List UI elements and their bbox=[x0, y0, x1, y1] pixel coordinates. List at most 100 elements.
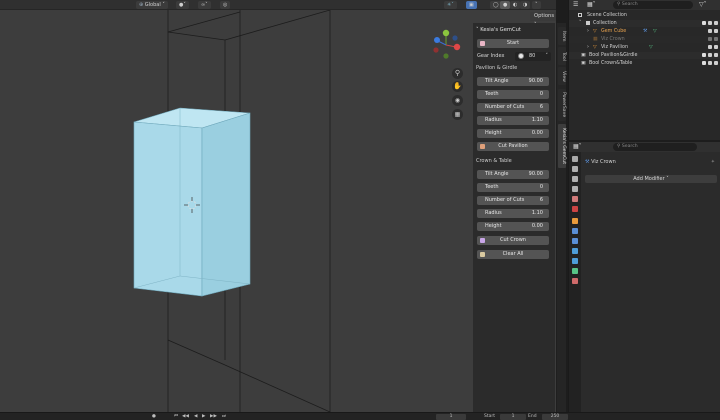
tab-powersave[interactable]: PowerSave bbox=[558, 89, 566, 121]
pavilion-height-field[interactable]: Height 0.00 bbox=[477, 129, 549, 138]
data-tab-icon[interactable] bbox=[572, 268, 578, 274]
chevron-down-icon: ˅ bbox=[162, 2, 165, 8]
properties-editor-icon[interactable]: ▦˅ bbox=[573, 143, 582, 150]
mesh-object-icon: ▽ bbox=[593, 45, 597, 50]
outliner-row-collection[interactable]: ˅ Collection bbox=[569, 20, 720, 27]
pavilion-radius-field[interactable]: Radius 1.10 bbox=[477, 116, 549, 125]
next-keyframe-icon[interactable]: ▶▶ bbox=[210, 414, 217, 420]
mesh-object-icon: ▣ bbox=[581, 61, 586, 66]
chevron-down-icon: ˅ bbox=[579, 21, 582, 26]
modifier-wrench-icon: ⚒ bbox=[643, 29, 648, 34]
outliner-row-bool-crown-table[interactable]: ▣ Bool Crown&Table bbox=[569, 60, 720, 67]
jump-start-icon[interactable]: ⏮ bbox=[174, 414, 178, 420]
tab-kesias-gemcut[interactable]: Kesia's GemCut bbox=[558, 124, 566, 168]
mesh-object-icon: ▣ bbox=[581, 53, 586, 58]
view-layer-tab-icon[interactable] bbox=[572, 186, 578, 192]
start-frame-field[interactable]: 1 bbox=[500, 414, 526, 420]
chevron-right-icon: › bbox=[587, 29, 589, 34]
object-tab-icon[interactable] bbox=[572, 218, 578, 224]
section-crown-table: Crown & Table bbox=[476, 158, 512, 164]
gear-index-row: Gear Index 80 ˅ bbox=[477, 52, 551, 61]
scene-tab-icon[interactable] bbox=[572, 196, 578, 202]
prev-keyframe-icon[interactable]: ◀◀ bbox=[182, 414, 189, 420]
world-tab-icon[interactable] bbox=[572, 206, 578, 212]
options-dropdown[interactable]: Options ˅ bbox=[530, 12, 556, 28]
pavilion-number-of-cuts-field[interactable]: Number of Cuts 6 bbox=[477, 103, 549, 112]
clear-all-button[interactable]: Clear All bbox=[477, 250, 549, 259]
tab-view[interactable]: View bbox=[558, 67, 566, 85]
gem-icon bbox=[480, 41, 485, 46]
pavilion-teeth-field[interactable]: Teeth 0 bbox=[477, 90, 549, 99]
gear-index-dropdown[interactable]: 80 ˅ bbox=[515, 52, 551, 61]
gear-icon bbox=[518, 53, 524, 59]
crown-tilt-angle-field[interactable]: Tilt Angle 90.00 bbox=[477, 170, 549, 179]
pivot-point-dropdown[interactable]: ●˅ bbox=[176, 1, 189, 9]
pin-icon[interactable]: ✦ bbox=[711, 158, 715, 166]
hand-pan-icon[interactable]: ✋ bbox=[452, 81, 463, 92]
visibility-toggles[interactable] bbox=[706, 37, 718, 42]
outliner-row-viz-crown[interactable]: ▦ Viz Crown bbox=[569, 36, 720, 43]
add-modifier-button[interactable]: Add Modifier ˅ bbox=[585, 175, 717, 183]
physics-tab-icon[interactable] bbox=[572, 248, 578, 254]
play-icon[interactable]: ▶ bbox=[202, 414, 205, 420]
viewport-overlays-button[interactable]: ✳˅ bbox=[444, 1, 457, 9]
orientation-icon: ⊕ bbox=[139, 2, 144, 8]
tool-tab-icon[interactable] bbox=[572, 156, 578, 162]
filter-icon[interactable]: ▽˅ bbox=[699, 1, 707, 8]
visibility-toggles[interactable] bbox=[706, 45, 718, 50]
start-button[interactable]: Start bbox=[477, 39, 549, 48]
crown-radius-field[interactable]: Radius 1.10 bbox=[477, 209, 549, 218]
visibility-toggles[interactable] bbox=[700, 61, 718, 66]
cut-crown-button[interactable]: Cut Crown bbox=[477, 236, 549, 245]
proportional-edit-toggle[interactable]: ◎ bbox=[220, 1, 231, 9]
current-frame-field[interactable]: 1 bbox=[436, 414, 466, 420]
chevron-down-icon: ˅ bbox=[666, 176, 669, 182]
tab-tool[interactable]: Tool bbox=[558, 47, 566, 65]
solid-shading-icon[interactable]: ● bbox=[500, 1, 511, 9]
jump-end-icon[interactable]: ⏭ bbox=[222, 414, 226, 420]
mesh-data-icon: ▽ bbox=[653, 29, 657, 34]
crown-teeth-field[interactable]: Teeth 0 bbox=[477, 183, 549, 192]
snap-toggle[interactable]: ∞˅ bbox=[198, 1, 211, 9]
gemcut-panel: ˅ Kesia's GemCut Start Gear Index 80 ˅ P… bbox=[473, 23, 555, 412]
properties-tabs bbox=[569, 152, 581, 412]
transform-orientation-dropdown[interactable]: ⊕ Global ˅ bbox=[136, 1, 168, 9]
outliner-editor-icon[interactable]: ☰ bbox=[573, 1, 578, 8]
end-frame-field[interactable]: 250 bbox=[542, 414, 568, 420]
output-tab-icon[interactable] bbox=[572, 176, 578, 182]
outliner-row-scene-collection[interactable]: Scene Collection bbox=[569, 12, 720, 19]
play-reverse-icon[interactable]: ◀ bbox=[194, 414, 197, 420]
outliner-row-viz-pavilion[interactable]: › ▽ Viz Pavilion ▽ bbox=[569, 44, 720, 51]
outliner-search-input[interactable]: ⚲ Search bbox=[613, 1, 693, 9]
crown-height-field[interactable]: Height 0.00 bbox=[477, 222, 549, 231]
camera-view-icon[interactable]: ◉ bbox=[452, 95, 463, 106]
panel-header[interactable]: ˅ Kesia's GemCut bbox=[476, 27, 521, 33]
outliner-row-bool-pavilion-girdle[interactable]: ▣ Bool Pavilion&Girdle bbox=[569, 52, 720, 59]
zoom-icon[interactable]: ⚲ bbox=[452, 68, 463, 79]
search-icon: ⚲ bbox=[617, 2, 621, 7]
perspective-grid-icon[interactable]: ▦ bbox=[452, 109, 463, 120]
pavilion-tilt-angle-field[interactable]: Tilt Angle 90.00 bbox=[477, 77, 549, 86]
properties-editor: ▦˅ ⚲ Search ⚒ Viz Crown ✦ Add Modifier ˅ bbox=[568, 142, 720, 412]
crown-number-of-cuts-field[interactable]: Number of Cuts 6 bbox=[477, 196, 549, 205]
rendered-shading-icon[interactable]: ◑ bbox=[520, 1, 531, 9]
display-mode-icon[interactable]: ▦˅ bbox=[587, 1, 596, 8]
shading-options-chevron-icon[interactable]: ˅ bbox=[532, 1, 541, 9]
cut-pavilion-button[interactable]: Cut Pavilion bbox=[477, 142, 549, 151]
modifier-wrench-icon[interactable] bbox=[572, 228, 578, 234]
tab-item[interactable]: Item bbox=[558, 27, 566, 45]
particles-tab-icon[interactable] bbox=[572, 238, 578, 244]
constraints-tab-icon[interactable] bbox=[572, 258, 578, 264]
material-shading-icon[interactable]: ◐ bbox=[510, 1, 521, 9]
auto-keying-icon[interactable]: ● bbox=[152, 414, 156, 420]
3d-viewport[interactable]: ⚲ ✋ ◉ ▦ ⊕ Global ˅ ●˅ ∞˅ ◎ ✳˅ ▣ ◯ ● ◐ ◑ … bbox=[0, 0, 556, 412]
outliner-row-gem-cube[interactable]: › ▽ Gem Cube ⚒ ▽ bbox=[569, 28, 720, 35]
visibility-toggles[interactable] bbox=[700, 53, 718, 58]
properties-search-input[interactable]: ⚲ Search bbox=[613, 143, 697, 151]
xray-toggle[interactable]: ▣ bbox=[466, 1, 477, 9]
visibility-toggles[interactable] bbox=[700, 21, 718, 26]
visibility-toggles[interactable] bbox=[706, 29, 718, 34]
render-tab-icon[interactable] bbox=[572, 166, 578, 172]
material-tab-icon[interactable] bbox=[572, 278, 578, 284]
section-pavilion-girdle: Pavilion & Girdle bbox=[476, 65, 518, 71]
